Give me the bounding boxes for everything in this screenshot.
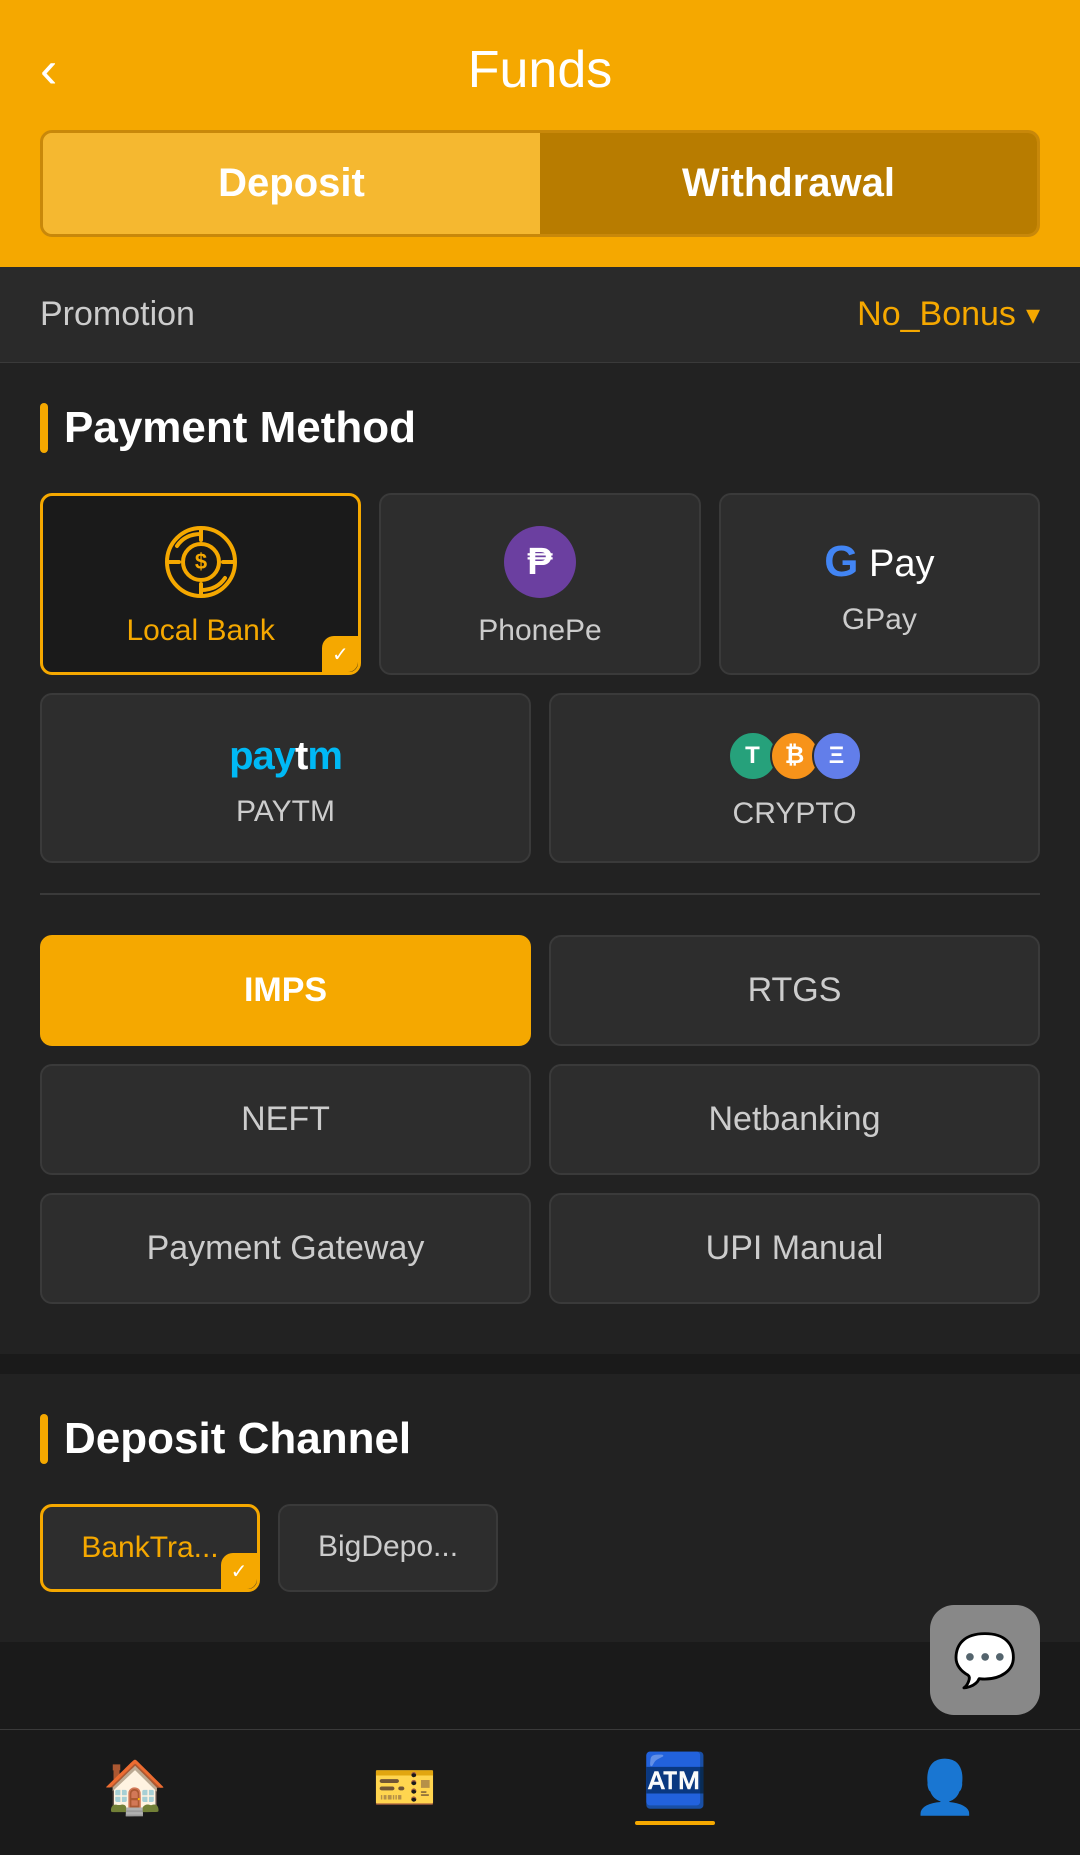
method-crypto-label: CRYPTO <box>733 797 857 831</box>
deposit-channel-title: Deposit Channel <box>64 1414 411 1464</box>
eth-coin-icon: Ξ <box>812 731 862 781</box>
sub-method-upi-manual[interactable]: UPI Manual <box>549 1193 1040 1304</box>
local-bank-icon: $ <box>165 526 237 598</box>
nav-deposit[interactable]: 🏧 <box>540 1750 810 1825</box>
sub-method-neft[interactable]: NEFT <box>40 1064 531 1175</box>
deposit-channel-section: Deposit Channel BankTra... ✓ BigDepo... <box>0 1374 1080 1642</box>
sub-method-rtgs[interactable]: RTGS <box>549 935 1040 1046</box>
channel-banktra[interactable]: BankTra... ✓ <box>40 1504 260 1592</box>
promo-label: Promotion <box>40 295 195 334</box>
payment-method-section: Payment Method $ Local Bank ✓ <box>0 363 1080 1354</box>
nav-active-indicator <box>635 1821 715 1825</box>
tab-deposit[interactable]: Deposit <box>43 133 540 234</box>
tab-withdrawal[interactable]: Withdrawal <box>540 133 1037 234</box>
channel-selected-check: ✓ <box>221 1553 257 1589</box>
back-button[interactable]: ‹ <box>40 44 57 96</box>
payment-method-title: Payment Method <box>64 403 416 453</box>
paytm-icon: paytm <box>229 734 342 779</box>
method-crypto[interactable]: T ₿ Ξ CRYPTO <box>549 693 1040 863</box>
method-phonepe-label: PhonePe <box>478 614 601 648</box>
sub-methods: IMPS RTGS NEFT Netbanking Payment Gatewa… <box>40 935 1040 1304</box>
sub-methods-row-1: IMPS RTGS <box>40 935 1040 1046</box>
payment-methods-top-row: $ Local Bank ✓ ₱ PhonePe <box>40 493 1040 675</box>
channel-bigdepo-label: BigDepo... <box>318 1530 458 1563</box>
sub-methods-row-3: Payment Gateway UPI Manual <box>40 1193 1040 1304</box>
nav-home[interactable]: 🏠 <box>0 1757 270 1818</box>
chevron-down-icon: ▾ <box>1026 298 1040 331</box>
payment-methods-bottom-row: paytm PAYTM T ₿ Ξ CRYPTO <box>40 693 1040 863</box>
bottom-navigation: 🏠 🎫 🏧 👤 <box>0 1729 1080 1855</box>
channel-bigdepo[interactable]: BigDepo... <box>278 1504 498 1592</box>
channels-list: BankTra... ✓ BigDepo... <box>40 1504 1040 1592</box>
profile-icon: 👤 <box>913 1757 978 1818</box>
tab-group: Deposit Withdrawal <box>40 130 1040 237</box>
nav-profile[interactable]: 👤 <box>810 1757 1080 1818</box>
nav-tickets[interactable]: 🎫 <box>270 1757 540 1818</box>
divider <box>40 893 1040 895</box>
deposit-icon: 🏧 <box>643 1750 708 1811</box>
header-top: ‹ Funds <box>40 40 1040 100</box>
home-icon: 🏠 <box>103 1757 168 1818</box>
sub-method-payment-gateway[interactable]: Payment Gateway <box>40 1193 531 1304</box>
chat-icon: 💬 <box>953 1630 1018 1691</box>
deposit-channel-header: Deposit Channel <box>40 1414 1040 1464</box>
gpay-icon: G Pay <box>824 537 934 587</box>
tickets-icon: 🎫 <box>373 1757 438 1818</box>
section-bar-accent-2 <box>40 1414 48 1464</box>
promo-dropdown[interactable]: No_Bonus ▾ <box>857 295 1040 334</box>
channel-banktra-label: BankTra... <box>81 1531 218 1564</box>
sub-method-imps[interactable]: IMPS <box>40 935 531 1046</box>
sub-method-netbanking[interactable]: Netbanking <box>549 1064 1040 1175</box>
method-gpay-label: GPay <box>842 603 917 637</box>
svg-text:$: $ <box>195 549 207 574</box>
chat-fab-button[interactable]: 💬 <box>930 1605 1040 1715</box>
crypto-icon: T ₿ Ξ <box>728 731 862 781</box>
phonepe-icon: ₱ <box>504 526 576 598</box>
promo-bar: Promotion No_Bonus ▾ <box>0 267 1080 363</box>
method-paytm[interactable]: paytm PAYTM <box>40 693 531 863</box>
header: ‹ Funds Deposit Withdrawal <box>0 0 1080 267</box>
section-bar-accent <box>40 403 48 453</box>
sub-methods-row-2: NEFT Netbanking <box>40 1064 1040 1175</box>
method-phonepe[interactable]: ₱ PhonePe <box>379 493 700 675</box>
payment-method-header: Payment Method <box>40 403 1040 453</box>
method-gpay[interactable]: G Pay GPay <box>719 493 1040 675</box>
page-title: Funds <box>468 40 613 100</box>
method-local-bank[interactable]: $ Local Bank ✓ <box>40 493 361 675</box>
selected-check-badge: ✓ <box>322 636 358 672</box>
promo-value-text: No_Bonus <box>857 295 1016 334</box>
method-paytm-label: PAYTM <box>236 795 335 829</box>
method-local-bank-label: Local Bank <box>126 614 274 648</box>
